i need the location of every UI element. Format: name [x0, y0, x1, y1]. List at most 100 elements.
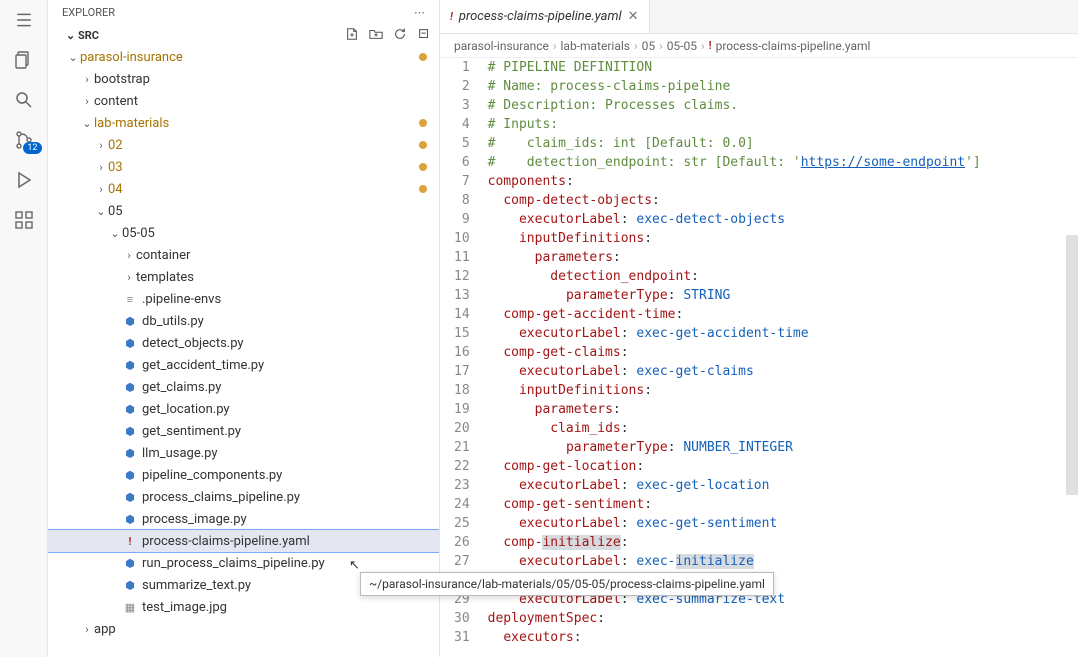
tree-item-label: llm_usage.py — [142, 446, 429, 461]
explorer-header: EXPLORER ⋯ — [48, 0, 439, 25]
tree-item-label: db_utils.py — [142, 314, 429, 329]
run-debug-icon[interactable] — [12, 168, 36, 192]
tree-item-label: container — [136, 248, 429, 263]
tree-file-process-image-py[interactable]: ⬢ process_image.py — [48, 508, 439, 530]
explorer-more-icon[interactable]: ⋯ — [414, 6, 425, 19]
python-file-icon: ⬢ — [122, 403, 138, 416]
python-file-icon: ⬢ — [122, 579, 138, 592]
tree-folder-templates[interactable]: ›templates — [48, 266, 439, 288]
scm-badge: 12 — [23, 142, 41, 154]
tree-item-label: process_claims_pipeline.py — [142, 490, 429, 505]
tree-file-pipeline-components-py[interactable]: ⬢pipeline_components.py — [48, 464, 439, 486]
search-icon[interactable] — [12, 88, 36, 112]
tree-folder-bootstrap[interactable]: ›bootstrap — [48, 68, 439, 90]
tree-folder-03[interactable]: ›03 — [48, 156, 439, 178]
tree-item-label: templates — [136, 270, 429, 285]
chevron-down-icon: ⌄ — [80, 117, 94, 130]
python-file-icon: ⬢ — [122, 513, 138, 526]
tree-file-get-location-py[interactable]: ⬢ get_location.py — [48, 398, 439, 420]
new-folder-icon[interactable] — [369, 27, 383, 44]
python-file-icon: ⬢ — [122, 447, 138, 460]
menu-icon[interactable] — [12, 8, 36, 32]
tab-label: process-claims-pipeline.yaml — [459, 9, 622, 24]
modified-dot-icon — [419, 185, 427, 193]
code-editor[interactable]: 1234567891011121314151617181920212223242… — [440, 58, 1078, 657]
chevron-right-icon: › — [122, 271, 136, 284]
modified-dot-icon — [419, 163, 427, 171]
tree-file-db-utils-py[interactable]: ⬢db_utils.py — [48, 310, 439, 332]
tree-item-label: get_claims.py — [142, 380, 429, 395]
tree-file-get-accident-time-py[interactable]: ⬢ get_accident_time.py — [48, 354, 439, 376]
tree-item-label: 02 — [108, 138, 419, 153]
file-tree: ⌄ parasol-insurance ›bootstrap›content⌄l… — [48, 46, 439, 657]
chevron-right-icon: › — [94, 161, 108, 174]
explorer-title: EXPLORER — [62, 6, 115, 19]
breadcrumbs[interactable]: parasol-insurance› lab-materials› 05› 05… — [440, 34, 1078, 58]
tree-item-label: process-claims-pipeline.yaml — [142, 534, 429, 549]
tab-process-claims-pipeline[interactable]: ! process-claims-pipeline.yaml ✕ — [440, 0, 650, 33]
python-file-icon: ⬢ — [122, 491, 138, 504]
tree-item-label: .pipeline-envs — [142, 292, 429, 307]
tree-item-label: detect_objects.py — [142, 336, 429, 351]
tree-item-label: 05 — [108, 204, 429, 219]
tree-item-label: process_image.py — [142, 512, 429, 527]
breadcrumb-item[interactable]: lab-materials — [561, 39, 630, 53]
python-file-icon: ⬢ — [122, 557, 138, 570]
breadcrumb-item[interactable]: 05 — [642, 39, 656, 53]
chevron-right-icon: › — [80, 623, 94, 636]
tree-folder-parasol-insurance[interactable]: ⌄ parasol-insurance — [48, 46, 439, 68]
yaml-file-icon: ! — [709, 39, 712, 52]
tree-item-label: 05-05 — [122, 226, 429, 241]
refresh-icon[interactable] — [393, 27, 407, 44]
chevron-right-icon: › — [80, 95, 94, 108]
breadcrumb-item[interactable]: parasol-insurance — [454, 39, 549, 53]
modified-dot-icon — [419, 53, 427, 61]
tree-folder-05[interactable]: ⌄05 — [48, 200, 439, 222]
source-control-icon[interactable]: 12 — [12, 128, 36, 152]
tree-file-get-claims-py[interactable]: ⬢ get_claims.py — [48, 376, 439, 398]
tree-folder-05-05[interactable]: ⌄05-05 — [48, 222, 439, 244]
tree-item-label: get_location.py — [142, 402, 429, 417]
tree-file-test-image-jpg[interactable]: ▦test_image.jpg — [48, 596, 439, 618]
tree-file-llm-usage-py[interactable]: ⬢ llm_usage.py — [48, 442, 439, 464]
tree-folder-container[interactable]: ›container — [48, 244, 439, 266]
python-file-icon: ⬢ — [122, 381, 138, 394]
modified-dot-icon — [419, 119, 427, 127]
tree-folder-02[interactable]: ›02 — [48, 134, 439, 156]
python-file-icon: ⬢ — [122, 337, 138, 350]
tree-item-label: 03 — [108, 160, 419, 175]
image-file-icon: ▦ — [122, 601, 138, 614]
tree-folder-content[interactable]: ›content — [48, 90, 439, 112]
tree-file-run-process-claims-pipeline-py[interactable]: ⬢run_process_claims_pipeline.py — [48, 552, 439, 574]
tree-folder-lab-materials[interactable]: ⌄lab-materials — [48, 112, 439, 134]
breadcrumb-item[interactable]: 05-05 — [667, 39, 697, 53]
tree-folder-app[interactable]: ›app — [48, 618, 439, 640]
tree-file--pipeline-envs[interactable]: ≡.pipeline-envs — [48, 288, 439, 310]
cursor-icon: ↖ — [349, 558, 360, 573]
yaml-file-icon: ! — [450, 10, 453, 23]
breadcrumb-item[interactable]: process-claims-pipeline.yaml — [716, 39, 871, 53]
tree-folder-04[interactable]: ›04 — [48, 178, 439, 200]
chevron-right-icon: › — [94, 139, 108, 152]
tree-item-label: pipeline_components.py — [142, 468, 429, 483]
tree-item-label: get_accident_time.py — [142, 358, 429, 373]
extensions-icon[interactable] — [12, 208, 36, 232]
explorer-icon[interactable] — [12, 48, 36, 72]
tab-close-icon[interactable]: ✕ — [628, 9, 639, 24]
tree-item-label: get_sentiment.py — [142, 424, 429, 439]
tree-file-process-claims-pipeline-yaml[interactable]: ! process-claims-pipeline.yaml — [48, 530, 439, 552]
editor-pane: ! process-claims-pipeline.yaml ✕ parasol… — [440, 0, 1078, 657]
chevron-down-icon: ⌄ — [94, 205, 108, 218]
tree-item-label: bootstrap — [94, 72, 429, 87]
tree-file-get-sentiment-py[interactable]: ⬢get_sentiment.py — [48, 420, 439, 442]
code-content[interactable]: # PIPELINE DEFINITION# Name: process-cla… — [488, 58, 1078, 657]
yaml-file-icon: ! — [122, 535, 138, 548]
python-file-icon: ⬢ — [122, 359, 138, 372]
new-file-icon[interactable] — [345, 27, 359, 44]
collapse-all-icon[interactable] — [417, 27, 431, 44]
tree-file-process-claims-pipeline-py[interactable]: ⬢ process_claims_pipeline.py — [48, 486, 439, 508]
folder-section-header[interactable]: ⌄ SRC — [48, 25, 439, 46]
chevron-right-icon: › — [94, 183, 108, 196]
tree-item-label: content — [94, 94, 429, 109]
tree-file-detect-objects-py[interactable]: ⬢ detect_objects.py — [48, 332, 439, 354]
